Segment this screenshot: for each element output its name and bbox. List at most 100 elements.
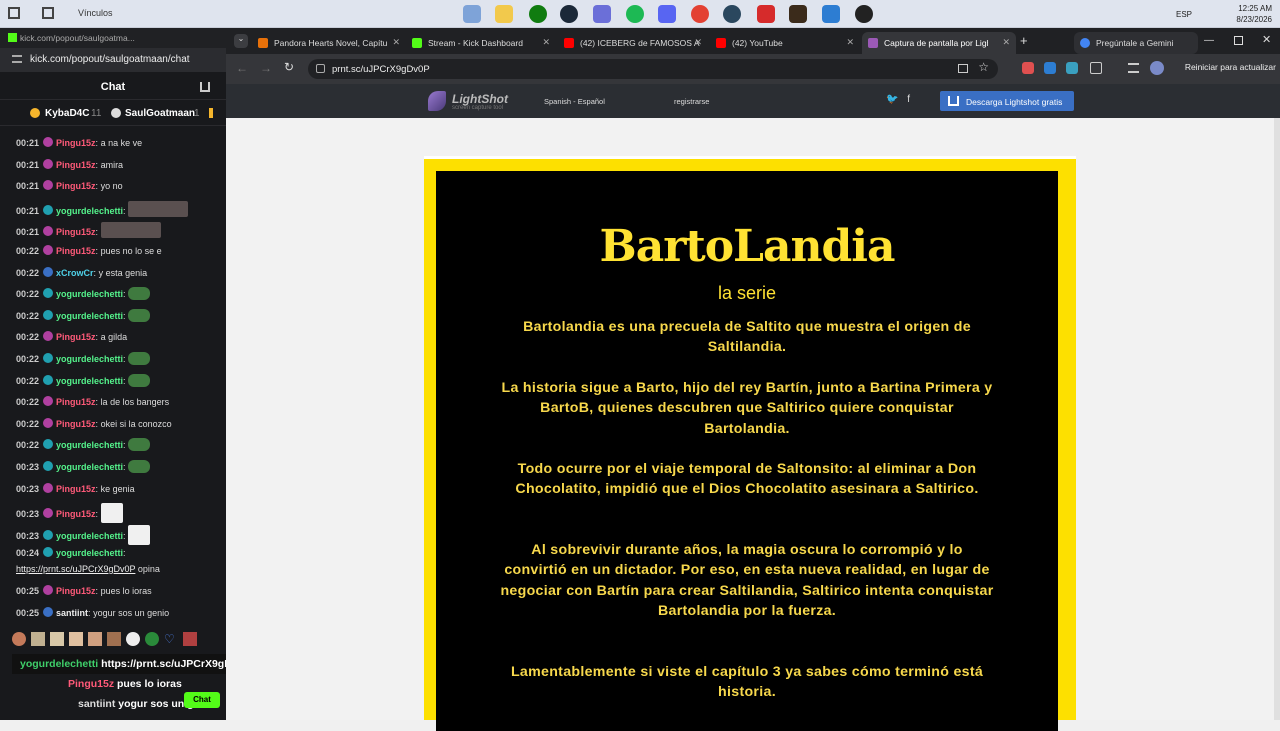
pinned-user-2[interactable]: SaulGoatmaan bbox=[125, 108, 195, 119]
message-username[interactable]: yogurdelechetti bbox=[56, 206, 123, 216]
game-icon[interactable] bbox=[789, 5, 807, 23]
files-icon[interactable] bbox=[463, 5, 481, 23]
tab-iceberg[interactable]: (42) ICEBERG de FAMOSOS A ✕ bbox=[558, 32, 708, 54]
folder-icon[interactable] bbox=[495, 5, 513, 23]
chrome-icon[interactable] bbox=[691, 5, 709, 23]
chat-message-list[interactable]: 00:21 Pingu15z: a na ke ve 00:21 Pingu15z: … bbox=[0, 128, 226, 628]
new-tab-button[interactable]: + bbox=[1020, 33, 1028, 48]
minimize-button[interactable]: — bbox=[1204, 35, 1214, 46]
message-username[interactable]: Pingu15z bbox=[56, 246, 96, 256]
emote-image[interactable] bbox=[128, 352, 151, 365]
tab-lightshot[interactable]: Captura de pantalla por Light ✕ bbox=[862, 32, 1016, 54]
extension-icon[interactable] bbox=[1022, 62, 1034, 74]
message-username[interactable]: yogurdelechetti bbox=[56, 376, 123, 386]
close-tab-icon[interactable]: ✕ bbox=[542, 37, 550, 48]
emote-image[interactable] bbox=[128, 438, 151, 452]
message-username[interactable]: yogurdelechetti bbox=[56, 289, 123, 299]
message-username[interactable]: yogurdelechetti bbox=[56, 311, 123, 321]
message-username[interactable]: Pingu15z bbox=[56, 509, 96, 519]
message-username[interactable]: Pingu15z bbox=[56, 419, 96, 429]
profile-avatar[interactable] bbox=[1150, 61, 1164, 75]
message-username[interactable]: yogurdelechetti bbox=[56, 440, 123, 450]
twitter-icon[interactable]: 🐦 bbox=[886, 94, 898, 105]
system-tray[interactable]: ESP 12:25 AM 8/23/2026 bbox=[1176, 3, 1272, 25]
update-button[interactable]: Reiniciar para actualizar bbox=[1185, 62, 1276, 72]
emote-image[interactable] bbox=[100, 503, 123, 524]
heart-icon[interactable]: ♡ bbox=[164, 632, 178, 646]
close-tab-icon[interactable]: ✕ bbox=[694, 37, 702, 48]
extension-icon[interactable] bbox=[1066, 62, 1078, 74]
download-button[interactable]: Descarga Lightshot gratis bbox=[940, 91, 1074, 111]
chat-users-icon[interactable] bbox=[200, 82, 210, 92]
tab-list-chevron-icon[interactable]: ⌄ bbox=[234, 34, 248, 48]
emote-image[interactable] bbox=[128, 460, 151, 473]
app-red-icon[interactable] bbox=[757, 5, 775, 23]
popout-address-bar[interactable]: kick.com/popout/saulgoatmaan/chat bbox=[0, 48, 226, 72]
reload-icon[interactable]: ↻ bbox=[284, 60, 294, 74]
emote-image[interactable] bbox=[128, 200, 189, 217]
close-tab-icon[interactable]: ✕ bbox=[846, 37, 854, 48]
folder-label[interactable]: Vínculos bbox=[78, 8, 113, 18]
chat-message-list-2[interactable]: 00:25 Pingu15z: pues lo ioras 00:25 santiin… bbox=[0, 582, 226, 622]
message-username[interactable]: Pingu15z bbox=[56, 160, 96, 170]
tab-gemini[interactable]: Pregúntale a Gemini bbox=[1074, 32, 1198, 54]
emote-icon[interactable] bbox=[183, 632, 197, 646]
language-indicator[interactable]: ESP bbox=[1176, 9, 1192, 20]
extension-icon[interactable] bbox=[1044, 62, 1056, 74]
close-tab-icon[interactable]: ✕ bbox=[392, 37, 400, 48]
message-username[interactable]: Pingu15z bbox=[56, 138, 96, 148]
bookmark-star-icon[interactable]: ☆ bbox=[978, 60, 989, 74]
emote-icon[interactable] bbox=[88, 632, 102, 646]
grid-icon[interactable] bbox=[42, 7, 54, 19]
emote-icon[interactable] bbox=[126, 632, 140, 646]
emote-image[interactable] bbox=[128, 373, 151, 387]
message-username[interactable]: Pingu15z bbox=[56, 227, 96, 237]
message-username[interactable]: Pingu15z bbox=[56, 586, 96, 596]
message-username[interactable]: yogurdelechetti bbox=[56, 462, 123, 472]
message-username[interactable]: Pingu15z bbox=[56, 332, 96, 342]
tab-pandora[interactable]: Pandora Hearts Novel, Capítu ✕ bbox=[252, 32, 406, 54]
message-username[interactable]: yogurdelechetti bbox=[56, 531, 123, 541]
emote-icon[interactable] bbox=[31, 632, 45, 646]
site-info-icon[interactable] bbox=[316, 64, 325, 73]
message-username[interactable]: Pingu15z bbox=[56, 397, 96, 407]
emote-image[interactable] bbox=[100, 222, 161, 239]
message-username[interactable]: Pingu15z bbox=[56, 484, 96, 494]
xbox-icon[interactable] bbox=[529, 5, 547, 23]
window-icon[interactable] bbox=[8, 7, 20, 19]
spotify-icon[interactable] bbox=[626, 5, 644, 23]
address-bar[interactable]: prnt.sc/uJPCrX9gDv0P ☆ bbox=[308, 59, 998, 79]
close-tab-icon[interactable]: ✕ bbox=[1002, 37, 1010, 48]
emote-icon[interactable] bbox=[107, 632, 121, 646]
emote-bar[interactable]: ♡ bbox=[12, 632, 202, 646]
puzzle-icon[interactable] bbox=[1090, 62, 1102, 74]
steam2-icon[interactable] bbox=[723, 5, 741, 23]
screenshot-image[interactable]: BartoLandia la serie Bartolandia es una … bbox=[424, 156, 1076, 731]
reading-list-icon[interactable] bbox=[1128, 63, 1139, 73]
message-username[interactable]: Pingu15z bbox=[56, 181, 96, 191]
emote-icon[interactable] bbox=[50, 632, 64, 646]
back-icon[interactable]: ← bbox=[236, 61, 248, 75]
scrollbar[interactable] bbox=[1274, 118, 1280, 720]
close-window-button[interactable]: ✕ bbox=[1262, 33, 1271, 46]
facebook-icon[interactable]: f bbox=[907, 94, 910, 105]
emote-image[interactable] bbox=[128, 287, 151, 301]
tab-kick-dashboard[interactable]: Stream - Kick Dashboard ✕ bbox=[406, 32, 556, 54]
discord-icon[interactable] bbox=[658, 5, 676, 23]
register-link[interactable]: registrarse bbox=[674, 97, 709, 106]
tool-icon[interactable] bbox=[822, 5, 840, 23]
chat-link[interactable]: https://prnt.sc/uJPCrX9gDv0P bbox=[16, 564, 135, 574]
message-username[interactable]: xCrowCr bbox=[56, 268, 94, 278]
tab-youtube[interactable]: (42) YouTube ✕ bbox=[710, 32, 860, 54]
emote-image[interactable] bbox=[128, 308, 151, 322]
language-selector[interactable]: Spanish - Español bbox=[544, 97, 605, 106]
lightshot-logo[interactable]: LightShot bbox=[452, 92, 508, 106]
message-username[interactable]: yogurdelechetti bbox=[56, 548, 123, 558]
emote-icon[interactable] bbox=[69, 632, 83, 646]
app-icon[interactable] bbox=[593, 5, 611, 23]
steam-icon[interactable] bbox=[560, 5, 578, 23]
obs-icon[interactable] bbox=[855, 5, 873, 23]
install-icon[interactable] bbox=[958, 64, 968, 73]
chat-send-button[interactable]: Chat bbox=[184, 692, 220, 708]
emote-image[interactable] bbox=[128, 524, 151, 545]
